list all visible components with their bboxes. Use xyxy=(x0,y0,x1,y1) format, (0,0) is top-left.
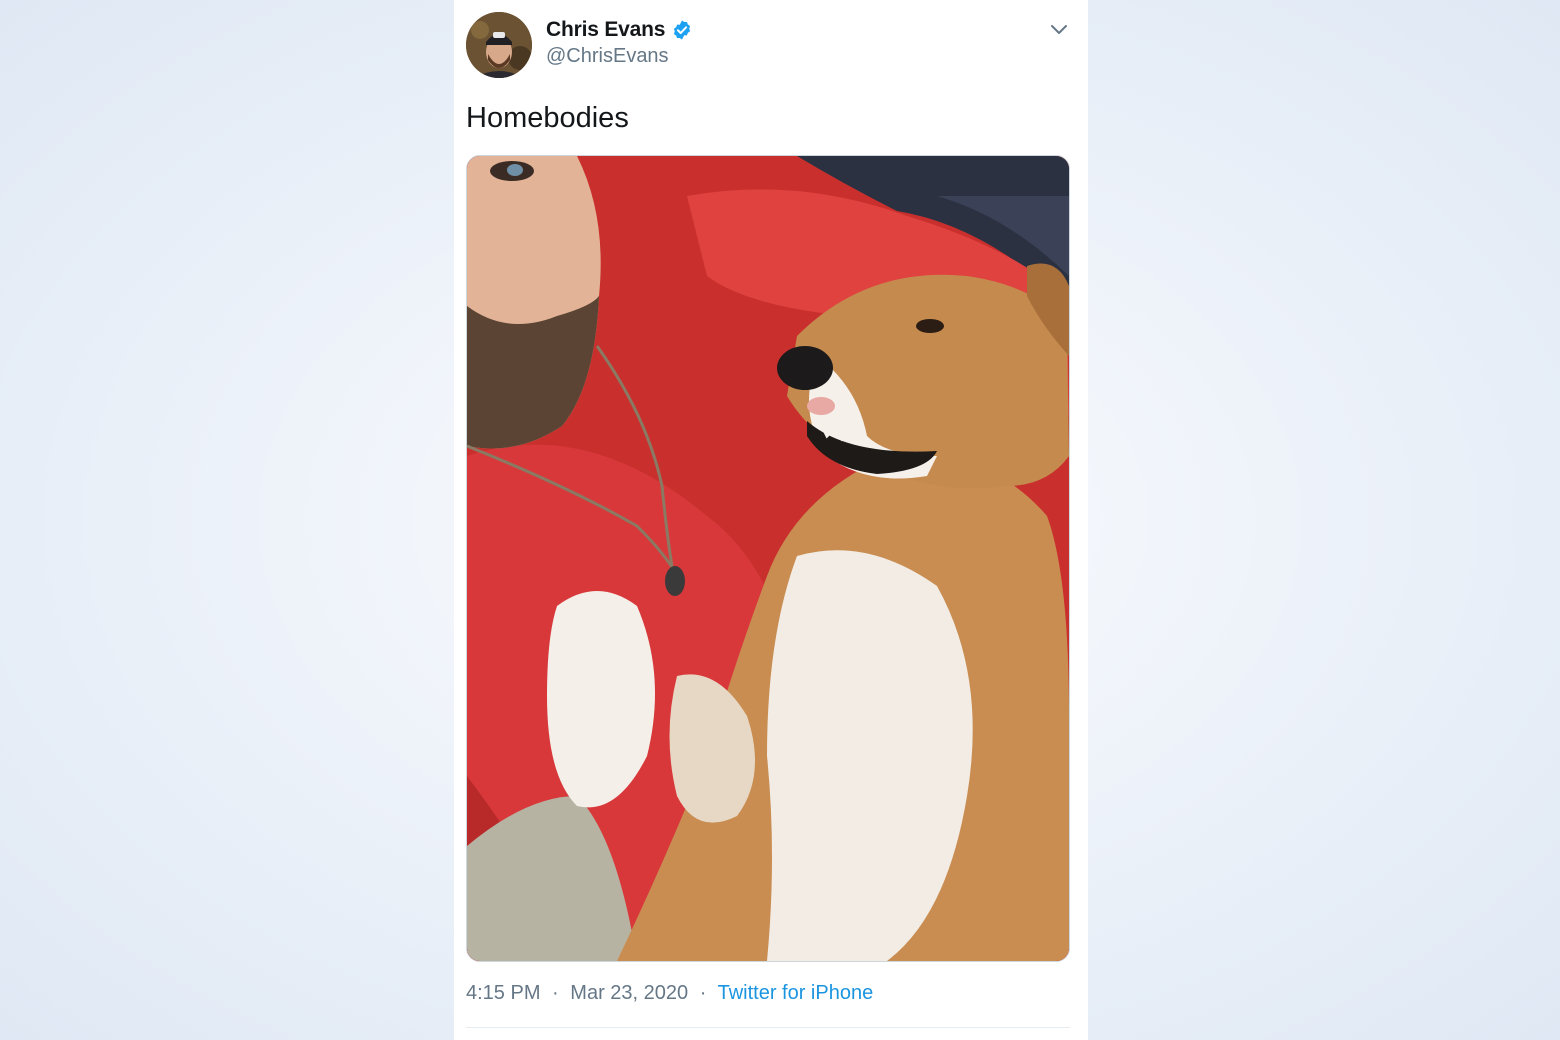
divider xyxy=(466,1027,1070,1028)
tweet-text: Homebodies xyxy=(466,102,629,134)
tweet-card: Chris Evans @ChrisEvans Homebodies 4:15 … xyxy=(454,0,1088,1040)
author-handle[interactable]: @ChrisEvans xyxy=(546,45,669,68)
chevron-down-icon[interactable] xyxy=(1048,18,1070,40)
verified-badge-icon xyxy=(671,19,693,41)
tweet-meta: 4:15 PM · Mar 23, 2020 · Twitter for iPh… xyxy=(466,982,873,1005)
author-name[interactable]: Chris Evans xyxy=(546,18,665,42)
tweet-photo[interactable] xyxy=(466,155,1070,962)
meta-separator: · xyxy=(552,982,559,1004)
avatar[interactable] xyxy=(466,12,532,78)
tweet-source-link[interactable]: Twitter for iPhone xyxy=(718,982,874,1004)
tweet-time[interactable]: 4:15 PM xyxy=(466,982,540,1004)
meta-separator: · xyxy=(699,982,707,1004)
author-name-row[interactable]: Chris Evans xyxy=(546,18,693,42)
tweet-date[interactable]: Mar 23, 2020 xyxy=(570,982,688,1004)
